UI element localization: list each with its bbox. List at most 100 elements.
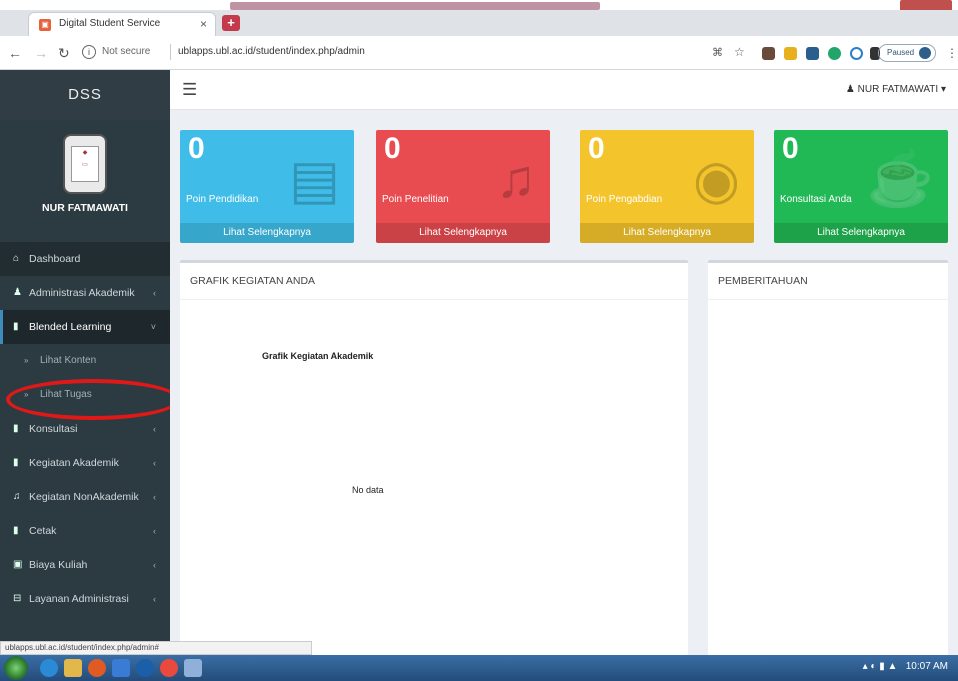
extension-icon-2[interactable] — [784, 47, 797, 60]
book-icon: ▮ — [13, 321, 19, 332]
money-icon: ▣ — [13, 559, 23, 570]
hamburger-menu-icon[interactable]: ☰ — [182, 80, 197, 100]
info-box-value: 0 — [782, 132, 799, 165]
chevron-left-icon: ‹ — [153, 424, 156, 434]
sidebar-item-label: Kegiatan NonAkademik — [29, 491, 139, 503]
news-panel-title: PEMBERITAHUAN — [718, 275, 808, 287]
sidebar-item-label: Blended Learning — [29, 321, 112, 333]
omnibox-divider — [170, 44, 171, 60]
chart-title: Grafik Kegiatan Akademik — [262, 351, 374, 361]
info-box-label: Konsultasi Anda — [780, 194, 852, 205]
sidebar-item-layanan-administrasi[interactable]: ⊟ Layanan Administrasi ‹ — [0, 582, 170, 616]
coffee-icon: ☕ — [866, 149, 934, 209]
music-icon: ♫ — [495, 149, 537, 209]
sidebar-item-biaya-kuliah[interactable]: ▣ Biaya Kuliah ‹ — [0, 548, 170, 582]
tray-clock[interactable]: ▴ ◐ ▮ ▲ 10:07 AM — [863, 661, 948, 672]
explorer-icon[interactable] — [64, 659, 82, 677]
chevron-down-icon: ˅ — [150, 322, 156, 332]
app-icon-2[interactable] — [136, 659, 154, 677]
url-text[interactable]: ublapps.ubl.ac.id/student/index.php/admi… — [178, 46, 365, 57]
new-tab-button[interactable]: + — [222, 15, 240, 31]
edit-icon: ▮ — [13, 423, 19, 434]
info-box-more-link[interactable]: Lihat Selengkapnya — [580, 223, 754, 243]
profile-paused-button[interactable]: Paused — [878, 44, 936, 62]
chart-panel-title: GRAFIK KEGIATAN ANDA — [190, 275, 316, 287]
sidebar-item-administrasi-akademik[interactable]: ♟ Administrasi Akademik ‹ — [0, 276, 170, 310]
sidebar-item-label: Dashboard — [29, 253, 81, 265]
info-box-label: Poin Pendidikan — [186, 194, 259, 205]
sidebar-item-label: Layanan Administrasi — [29, 593, 129, 605]
app-icon[interactable] — [112, 659, 130, 677]
sidebar-item-label: Konsultasi — [29, 423, 78, 435]
window-title-blur — [230, 2, 600, 10]
sidebar-item-label: Administrasi Akademik — [29, 287, 135, 299]
info-box-poin-penelitian: ♫ 0 Poin Penelitian Lihat Selengkapnya — [376, 130, 550, 243]
camera-icon: ◉ — [692, 150, 740, 210]
omnibox[interactable]: i Not secure ublapps.ubl.ac.id/student/i… — [82, 42, 682, 64]
sidebar-item-kegiatan-akademik[interactable]: ▮ Kegiatan Akademik ‹ — [0, 446, 170, 480]
forward-icon[interactable]: → — [34, 45, 48, 61]
chrome-icon[interactable] — [160, 659, 178, 677]
avatar-screen: ◆ ▭ — [71, 146, 99, 182]
book-icon: ▮ — [13, 457, 19, 468]
sidebar-menu: ⌂ Dashboard ♟ Administrasi Akademik ‹ ▮ … — [0, 242, 170, 616]
sidebar: ◆ ▭ NUR FATMAWATI ⌂ Dashboard ♟ Administr… — [0, 70, 170, 655]
user-menu[interactable]: ♟ NUR FATMAWATI ▾ — [846, 84, 946, 95]
tab-close-icon[interactable]: × — [200, 17, 207, 31]
sidebar-item-dashboard[interactable]: ⌂ Dashboard — [0, 242, 170, 276]
sidebar-subitem-lihat-konten[interactable]: » Lihat Konten — [0, 344, 170, 378]
top-navbar: ☰ ♟ NUR FATMAWATI ▾ — [170, 70, 958, 110]
info-box-more-link[interactable]: Lihat Selengkapnya — [376, 223, 550, 243]
start-button[interactable] — [4, 656, 28, 680]
file-icon: ▮ — [13, 525, 19, 536]
sidebar-item-label: Biaya Kuliah — [29, 559, 88, 571]
brand-logo[interactable]: DSS — [0, 70, 170, 120]
bookmark-star-icon[interactable]: ☆ — [734, 45, 745, 59]
back-icon[interactable]: ← — [8, 45, 22, 61]
extension-icon-1[interactable] — [762, 47, 775, 60]
app-icon-3[interactable] — [184, 659, 202, 677]
sidebar-user-name: NUR FATMAWATI — [42, 202, 128, 214]
info-box-more-link[interactable]: Lihat Selengkapnya — [180, 223, 354, 243]
sidebar-subitem-label: Lihat Konten — [40, 355, 97, 366]
content-area: ▤ 0 Poin Pendidikan Lihat Selengkapnya ♫… — [170, 110, 958, 655]
tab-strip: ▣ Digital Student Service × + — [0, 10, 958, 36]
address-bar: ← → ↻ i Not secure ublapps.ubl.ac.id/stu… — [0, 36, 958, 70]
browser-menu-icon[interactable]: ⋮ — [946, 46, 958, 60]
dashboard-icon: ⌂ — [13, 253, 20, 264]
info-box-konsultasi-anda: ☕ 0 Konsultasi Anda Lihat Selengkapnya — [774, 130, 948, 243]
info-box-value: 0 — [188, 132, 205, 165]
chevron-left-icon: ‹ — [153, 560, 156, 570]
translate-icon[interactable]: ⌘ — [712, 46, 723, 59]
book-icon: ▤ — [288, 150, 340, 210]
info-box-label: Poin Penelitian — [382, 194, 449, 205]
navbar-user-name: NUR FATMAWATI ▾ — [857, 84, 946, 95]
reload-icon[interactable]: ↻ — [58, 45, 70, 62]
not-secure-label: Not secure — [102, 46, 151, 57]
sidebar-item-kegiatan-nonakademik[interactable]: ♫ Kegiatan NonAkademik ‹ — [0, 480, 170, 514]
info-box-value: 0 — [384, 132, 401, 165]
profile-avatar — [919, 47, 931, 59]
info-box-value: 0 — [588, 132, 605, 165]
info-box-more-link[interactable]: Lihat Selengkapnya — [774, 223, 948, 243]
chevron-left-icon: ‹ — [153, 594, 156, 604]
chevron-left-icon: ‹ — [153, 288, 156, 298]
info-box-poin-pengabdian: ◉ 0 Poin Pengabdian Lihat Selengkapnya — [580, 130, 754, 243]
chart-panel: GRAFIK KEGIATAN ANDA Grafik Kegiatan Aka… — [180, 260, 688, 655]
extension-icon-5[interactable] — [850, 47, 863, 60]
browser-tab[interactable]: ▣ Digital Student Service × — [28, 12, 216, 36]
info-box-poin-pendidikan: ▤ 0 Poin Pendidikan Lihat Selengkapnya — [180, 130, 354, 243]
news-panel: PEMBERITAHUAN — [708, 260, 948, 655]
ie-icon[interactable] — [40, 659, 58, 677]
clock-time: 10:07 AM — [905, 661, 948, 672]
sidebar-item-cetak[interactable]: ▮ Cetak ‹ — [0, 514, 170, 548]
extension-icon-4[interactable] — [828, 47, 841, 60]
info-icon[interactable]: i — [82, 45, 96, 59]
media-player-icon[interactable] — [88, 659, 106, 677]
extension-icon-3[interactable] — [806, 47, 819, 60]
sidebar-item-blended-learning[interactable]: ▮ Blended Learning ˅ — [0, 310, 170, 344]
tab-title: Digital Student Service — [59, 18, 161, 29]
chevron-left-icon: ‹ — [153, 458, 156, 468]
user-panel: ◆ ▭ NUR FATMAWATI — [0, 120, 170, 240]
chevron-left-icon: ‹ — [153, 526, 156, 536]
